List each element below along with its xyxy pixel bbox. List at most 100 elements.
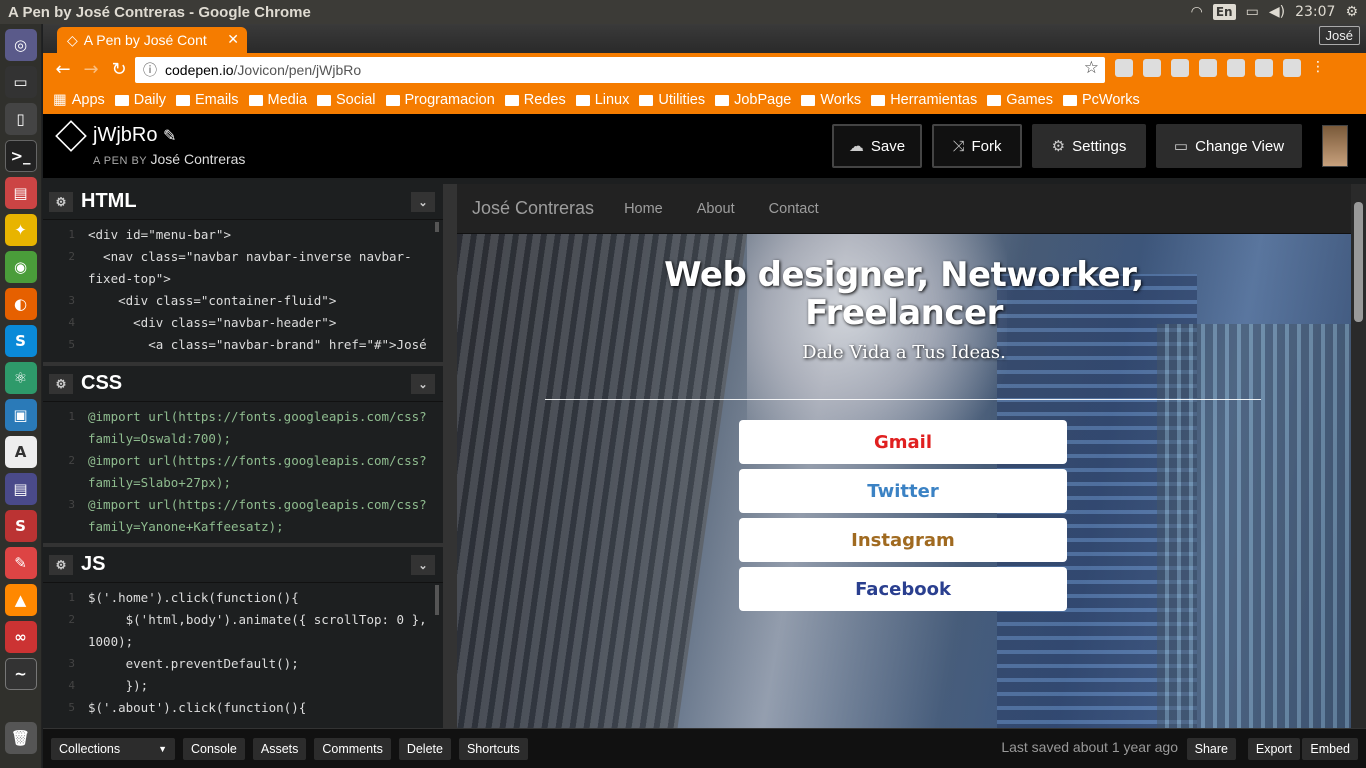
pocket-icon[interactable]	[1199, 59, 1217, 77]
save-disk-icon[interactable]: ▤	[4, 473, 37, 505]
back-icon[interactable]: ←	[49, 59, 77, 80]
collections-dropdown[interactable]: Collections ▼	[51, 737, 175, 760]
console-button[interactable]: Console	[183, 737, 245, 760]
assets-button[interactable]: Assets	[252, 737, 307, 760]
close-tab-icon[interactable]: ✕	[227, 31, 239, 48]
sublime-icon[interactable]: S	[4, 510, 37, 542]
address-bar[interactable]: ⓘ codepen.io/Jovicon/pen/jWjbRo ☆	[135, 57, 1105, 83]
terminal-icon[interactable]: >_	[4, 140, 37, 172]
wifi-icon[interactable]: ◠	[1191, 4, 1203, 20]
extension-icon[interactable]	[1143, 59, 1161, 77]
bookmark-folder[interactable]: Works	[801, 92, 861, 108]
css-code-area[interactable]: 1 @import url(https://fonts.googleapis.co…	[43, 402, 443, 538]
workspace-icon[interactable]: ▭	[4, 66, 37, 98]
delete-button[interactable]: Delete	[398, 737, 451, 760]
bookmark-folder[interactable]: Social	[317, 92, 376, 108]
vlc-icon[interactable]: ▲	[4, 584, 37, 616]
bookmark-folder[interactable]: Redes	[504, 92, 566, 108]
bookmark-folder[interactable]: JobPage	[715, 92, 791, 108]
battery-icon[interactable]: ▭	[1246, 4, 1259, 20]
dash-icon[interactable]: ◎	[4, 29, 37, 61]
reload-icon[interactable]: ↻	[105, 59, 133, 80]
scrollbar[interactable]	[435, 585, 439, 615]
tools-icon[interactable]: ✎	[4, 547, 37, 579]
pen-title[interactable]: jWjbRo ✎	[93, 124, 176, 147]
extension-icon[interactable]	[1255, 59, 1273, 77]
scrollbar[interactable]	[435, 222, 439, 232]
css-settings-gear-icon[interactable]: ⚙	[49, 373, 73, 394]
bookmark-folder[interactable]: Media	[248, 92, 307, 108]
export-button[interactable]: Export	[1247, 738, 1300, 760]
keyboard-layout-indicator[interactable]: En	[1212, 4, 1236, 20]
change-view-button[interactable]: ▭ Change View	[1156, 124, 1302, 168]
social-button-gmail[interactable]: Gmail	[739, 420, 1067, 464]
resize-handle[interactable]	[443, 184, 457, 728]
bookmark-folder[interactable]: Emails	[176, 92, 239, 108]
extension-icon[interactable]	[1171, 59, 1189, 77]
atom-icon[interactable]: ⚛	[4, 362, 37, 394]
chrome-icon[interactable]: ◉	[4, 251, 37, 283]
forward-icon[interactable]: →	[77, 59, 105, 80]
menu-icon[interactable]: ⋮	[1311, 59, 1325, 77]
author-link[interactable]: José Contreras	[151, 151, 246, 167]
bookmark-folder[interactable]: Programacion	[385, 92, 495, 108]
avatar[interactable]	[1322, 125, 1348, 167]
gear-icon[interactable]: ⚙	[1345, 4, 1358, 20]
tab-strip: ◇ A Pen by José Cont ✕ José	[43, 24, 1366, 53]
code-line: fixed-top">	[43, 268, 443, 290]
phone-icon[interactable]: ▯	[4, 103, 37, 135]
social-button-facebook[interactable]: Facebook	[739, 567, 1067, 611]
chevron-down-icon[interactable]: ⌄	[411, 555, 435, 575]
code-line: 1000);	[43, 631, 443, 653]
html-settings-gear-icon[interactable]: ⚙	[49, 191, 73, 212]
shortcuts-button[interactable]: Shortcuts	[458, 737, 528, 760]
clock[interactable]: 23:07	[1295, 4, 1335, 20]
comments-button[interactable]: Comments	[314, 737, 391, 760]
bookmark-folder[interactable]: Games	[987, 92, 1053, 108]
eyedropper-icon[interactable]	[1227, 59, 1245, 77]
bookmark-folder[interactable]: Daily	[114, 92, 166, 108]
browser-tab[interactable]: ◇ A Pen by José Cont ✕	[57, 27, 247, 53]
save-button[interactable]: ☁ Save	[832, 124, 922, 168]
profile-badge[interactable]: José	[1318, 26, 1360, 45]
js-settings-gear-icon[interactable]: ⚙	[49, 554, 73, 575]
social-button-instagram[interactable]: Instagram	[739, 518, 1067, 562]
chevron-down-icon[interactable]: ⌄	[411, 374, 435, 394]
js-code-area[interactable]: 1 $('.home').click(function(){2 $('html,b…	[43, 583, 443, 719]
social-button-twitter[interactable]: Twitter	[739, 469, 1067, 513]
preview-scrollbar[interactable]	[1351, 184, 1366, 728]
nav-link-about[interactable]: About	[697, 201, 735, 217]
files-icon[interactable]: ▤	[4, 177, 37, 209]
embed-button[interactable]: Embed	[1302, 738, 1358, 760]
bookmark-folder[interactable]: Linux	[575, 92, 629, 108]
bookmark-folder[interactable]: PcWorks	[1062, 92, 1140, 108]
skype-icon[interactable]: S	[4, 325, 37, 357]
volume-icon[interactable]: ◀)	[1269, 4, 1285, 20]
extension-icon[interactable]	[1283, 59, 1301, 77]
system-monitor-icon[interactable]: ~	[4, 658, 37, 690]
scrollbar-thumb[interactable]	[1354, 202, 1363, 322]
preview-brand[interactable]: José Contreras	[472, 198, 594, 219]
bookmark-apps[interactable]: ▦ Apps	[53, 92, 105, 108]
font-icon[interactable]: A	[4, 436, 37, 468]
pencil-icon[interactable]: ✎	[163, 128, 176, 145]
nav-link-contact[interactable]: Contact	[769, 201, 819, 217]
nav-link-home[interactable]: Home	[624, 201, 663, 217]
code-text: family=Slabo+27px);	[88, 475, 231, 490]
settings-button[interactable]: ⚙ Settings	[1032, 124, 1146, 168]
bookmark-folder[interactable]: Utilities	[639, 92, 705, 108]
record-icon[interactable]: ∞	[4, 621, 37, 653]
trash-icon[interactable]: 🗑	[4, 722, 37, 754]
bookmark-star-icon[interactable]: ☆	[1084, 58, 1099, 78]
codepen-logo-icon[interactable]	[55, 120, 87, 152]
bookmark-folder[interactable]: Herramientas	[871, 92, 977, 108]
lightbulb-icon[interactable]: ✦	[4, 214, 37, 246]
virtualbox-icon[interactable]: ▣	[4, 399, 37, 431]
chevron-down-icon[interactable]: ⌄	[411, 192, 435, 212]
info-icon[interactable]: ⓘ	[143, 60, 157, 80]
firefox-icon[interactable]: ◐	[4, 288, 37, 320]
share-button[interactable]: Share	[1186, 738, 1236, 760]
extension-icon[interactable]	[1115, 59, 1133, 77]
html-code-area[interactable]: 1 <div id="menu-bar"> 2 <nav class="navbar…	[43, 220, 443, 356]
fork-button[interactable]: ⤨ Fork	[932, 124, 1022, 168]
